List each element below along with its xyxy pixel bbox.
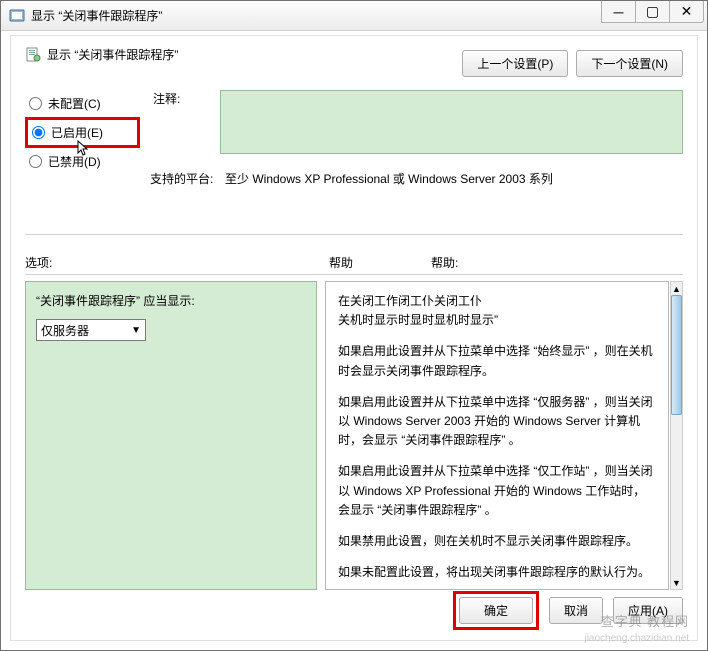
options-policy-label: “关闭事件跟踪程序” 应当显示:: [36, 292, 306, 309]
radio-not-configured-label: 未配置(C): [48, 95, 101, 112]
help-line: 如果启用此设置并从下拉菜单中选择 “仅工作站” ，则当关闭以 Windows X…: [338, 462, 656, 520]
divider-top: [25, 234, 683, 235]
help-line: 关机时显示时显时显机时显示”: [338, 311, 656, 330]
dialog-window: 显示 “关闭事件跟踪程序” ─ ▢ ✕ 显示 “关闭事件跟踪程序” 上一个设置(…: [0, 0, 708, 651]
radio-disabled-label: 已禁用(D): [48, 153, 101, 170]
radio-not-configured[interactable]: 未配置(C): [25, 90, 140, 117]
window-title: 显示 “关闭事件跟踪程序”: [31, 7, 162, 24]
close-button[interactable]: ✕: [669, 1, 704, 23]
help-line: 如果启用此设置并从下拉菜单中选择 “始终显示” ，则在关机时会显示关闭事件跟踪程…: [338, 342, 656, 380]
help-panel: 在关闭工作闭工仆关闭工仆 关机时显示时显时显机时显示” 如果启用此设置并从下拉菜…: [325, 281, 669, 590]
chevron-down-icon: ▼: [131, 325, 141, 336]
apply-button[interactable]: 应用(A): [613, 597, 683, 624]
scroll-thumb[interactable]: [671, 295, 682, 415]
help-column-label: 帮助:: [431, 254, 458, 271]
annotation-label: 注释:: [153, 90, 180, 107]
platform-label: 支持的平台:: [150, 170, 213, 187]
nav-buttons: 上一个设置(P) 下一个设置(N): [462, 50, 683, 77]
dialog-content: 显示 “关闭事件跟踪程序” 上一个设置(P) 下一个设置(N) 未配置(C) 已…: [10, 35, 698, 641]
next-setting-button[interactable]: 下一个设置(N): [576, 50, 683, 77]
dropdown-value: 仅服务器: [41, 322, 89, 339]
minimize-button[interactable]: ─: [601, 1, 636, 23]
options-section-label: 选项:: [25, 256, 52, 270]
help-line: 如果启用此设置并从下拉菜单中选择 “仅服务器” ，则当关闭以 Windows S…: [338, 393, 656, 451]
window-controls: ─ ▢ ✕: [602, 1, 704, 23]
help-section-label: 帮助: [329, 254, 353, 271]
divider-mid: [25, 274, 683, 275]
radio-enabled-label: 已启用(E): [51, 124, 103, 141]
policy-title: 显示 “关闭事件跟踪程序”: [47, 46, 178, 63]
cancel-button[interactable]: 取消: [549, 597, 603, 624]
section-labels: 选项:: [25, 254, 683, 272]
scroll-up-icon[interactable]: ▲: [671, 282, 682, 295]
help-line: 如果禁用此设置，则在关机时不显示关闭事件跟踪程序。: [338, 532, 656, 551]
display-mode-dropdown[interactable]: 仅服务器 ▼: [36, 319, 146, 341]
radio-group: 未配置(C) 已启用(E) 已禁用(D): [25, 90, 140, 175]
highlight-ok: 确定: [453, 591, 539, 630]
platform-value: 至少 Windows XP Professional 或 Windows Ser…: [225, 170, 553, 187]
help-line: 如果未配置此设置，将出现关闭事件跟踪程序的默认行为。: [338, 563, 656, 582]
radio-enabled-input[interactable]: [32, 126, 45, 139]
ok-button[interactable]: 确定: [459, 597, 533, 624]
prev-setting-button[interactable]: 上一个设置(P): [462, 50, 568, 77]
options-panel: “关闭事件跟踪程序” 应当显示: 仅服务器 ▼: [25, 281, 317, 590]
help-line: 在关闭工作闭工仆关闭工仆: [338, 292, 656, 311]
dialog-buttons: 确定 取消 应用(A): [453, 591, 683, 630]
radio-enabled[interactable]: 已启用(E): [32, 122, 133, 143]
highlight-enabled: 已启用(E): [25, 117, 140, 148]
scroll-down-icon[interactable]: ▼: [671, 576, 682, 589]
help-scrollbar[interactable]: ▲ ▼: [670, 281, 683, 590]
radio-disabled[interactable]: 已禁用(D): [25, 148, 140, 175]
titlebar: 显示 “关闭事件跟踪程序” ─ ▢ ✕: [1, 1, 707, 31]
radio-disabled-input[interactable]: [29, 155, 42, 168]
policy-icon: [25, 47, 41, 63]
annotation-textbox[interactable]: [220, 90, 683, 154]
config-section: 未配置(C) 已启用(E) 已禁用(D) 注释: 支持的平台:: [25, 84, 683, 222]
radio-not-configured-input[interactable]: [29, 97, 42, 110]
gpo-icon: [9, 8, 25, 24]
maximize-button[interactable]: ▢: [635, 1, 670, 23]
